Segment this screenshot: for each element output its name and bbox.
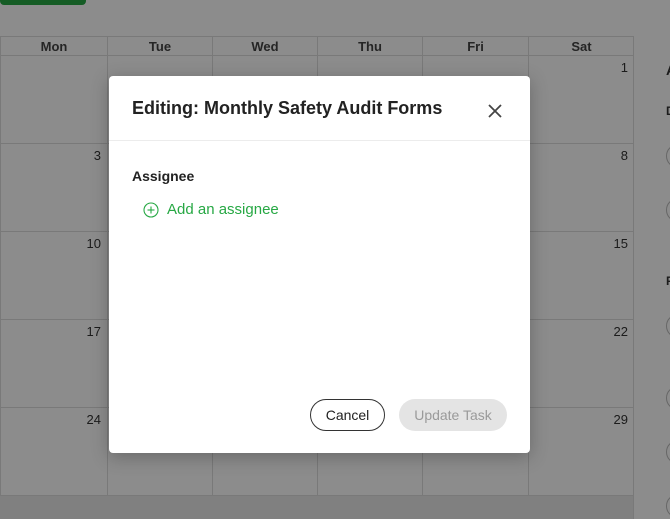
update-task-button[interactable]: Update Task: [399, 399, 507, 431]
add-assignee-button[interactable]: Add an assignee: [143, 201, 279, 218]
edit-task-modal: Editing: Monthly Safety Audit Forms Assi…: [109, 76, 530, 453]
add-assignee-label: Add an assignee: [167, 201, 279, 218]
modal-title: Editing: Monthly Safety Audit Forms: [132, 98, 443, 118]
assignee-label: Assignee: [132, 168, 195, 184]
plus-circle-icon: [143, 201, 159, 218]
cancel-button[interactable]: Cancel: [310, 399, 385, 431]
close-icon[interactable]: [486, 102, 504, 120]
modal-header: Editing: Monthly Safety Audit Forms: [109, 76, 530, 141]
